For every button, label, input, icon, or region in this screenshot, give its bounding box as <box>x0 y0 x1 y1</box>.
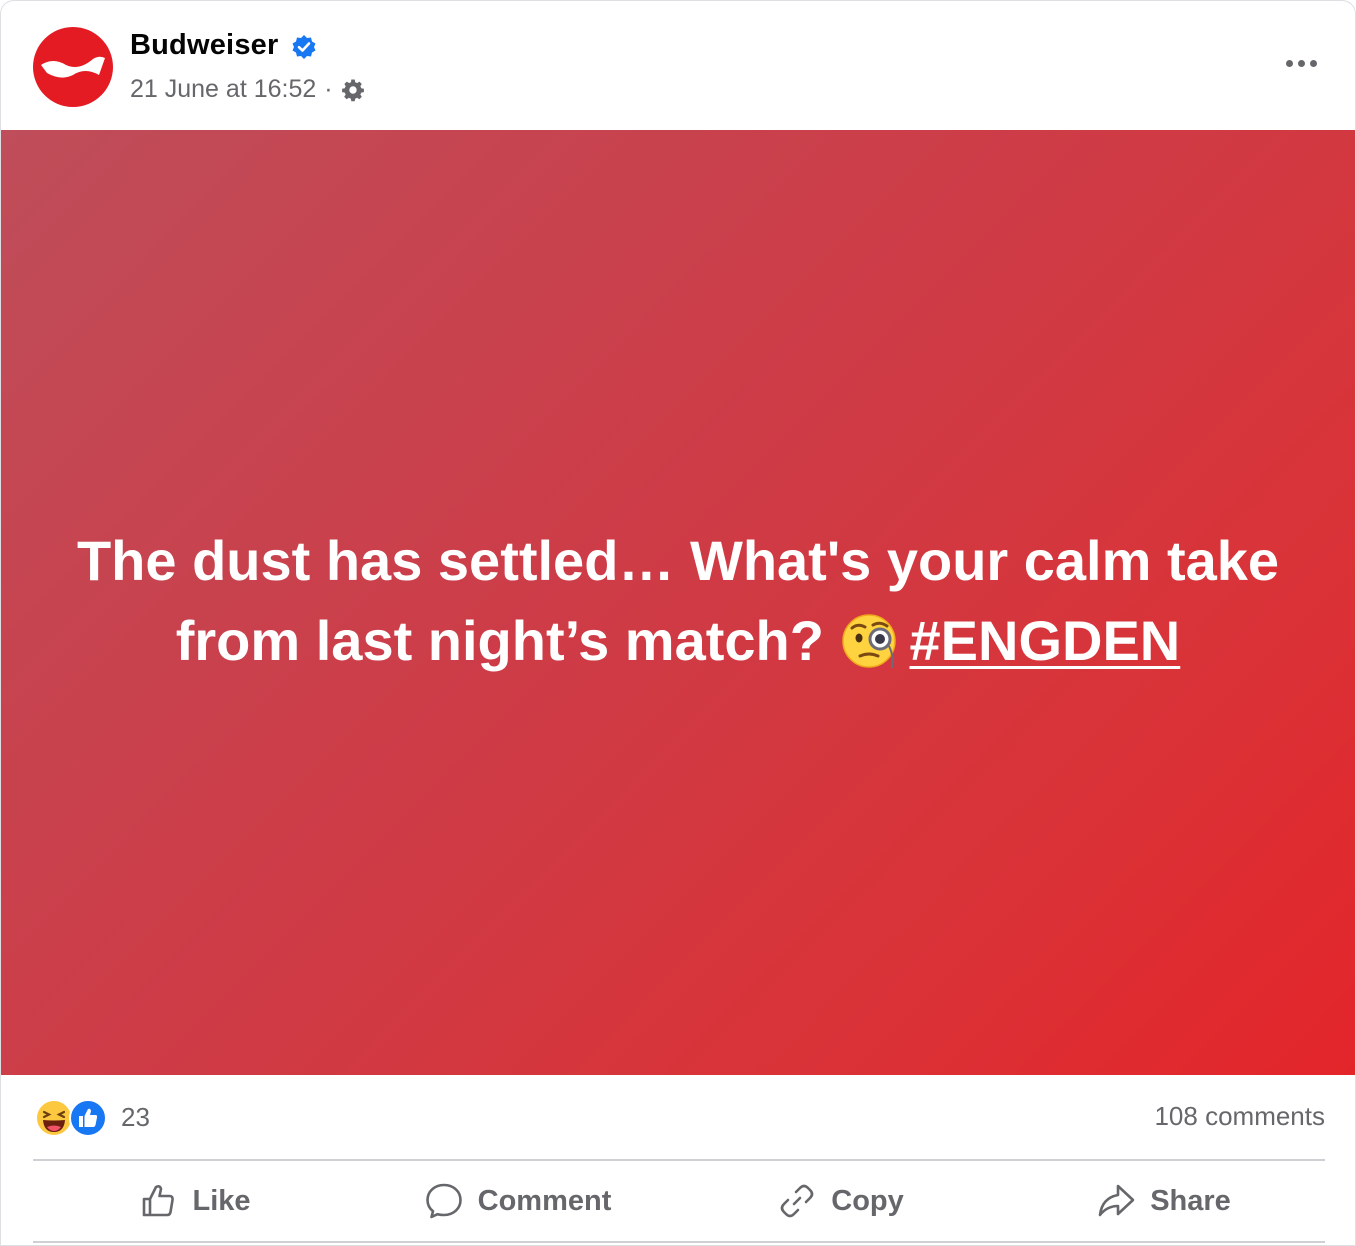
more-dot-icon <box>1309 59 1317 67</box>
post-timestamp[interactable]: 21 June at 16:52 <box>130 75 316 104</box>
like-label: Like <box>192 1184 251 1217</box>
comment-button[interactable]: Comment <box>356 1163 679 1239</box>
copy-label: Copy <box>831 1184 904 1217</box>
reactions-summary[interactable]: 23 <box>35 1097 150 1137</box>
more-dot-icon <box>1297 59 1305 67</box>
post-card: Budweiser 21 June at 16:52 · The dust ha… <box>0 0 1356 1246</box>
comment-label: Comment <box>477 1184 612 1217</box>
divider <box>33 1159 1325 1161</box>
reaction-count: 23 <box>121 1101 150 1132</box>
monocle-face-emoji-icon <box>841 614 896 669</box>
post-meta: 21 June at 16:52 · <box>130 75 365 104</box>
post-actions-bar: Like Comment Copy Share <box>33 1163 1325 1239</box>
share-arrow-icon <box>1098 1184 1135 1217</box>
like-button[interactable]: Like <box>33 1163 356 1239</box>
post-header: Budweiser 21 June at 16:52 · <box>1 1 1355 131</box>
page-avatar[interactable] <box>33 27 113 107</box>
verified-badge-icon <box>292 35 316 59</box>
more-dot-icon <box>1285 59 1293 67</box>
page-name[interactable]: Budweiser <box>130 29 278 62</box>
comments-count-link[interactable]: 108 comments <box>1154 1101 1325 1132</box>
audience-settings-icon[interactable] <box>341 78 365 102</box>
more-options-button[interactable] <box>1277 41 1325 85</box>
thumbs-up-icon <box>143 1185 175 1217</box>
haha-reaction-icon <box>35 1099 73 1137</box>
divider <box>33 1241 1325 1243</box>
post-text: The dust has settled… What's your calm t… <box>41 521 1315 681</box>
share-label: Share <box>1150 1184 1231 1217</box>
hashtag-link[interactable]: #ENGDEN <box>910 609 1181 672</box>
like-reaction-icon <box>69 1099 107 1137</box>
meta-separator: · <box>324 75 333 103</box>
budweiser-logo-icon <box>41 56 105 78</box>
link-icon <box>780 1184 814 1218</box>
reaction-icons <box>35 1097 111 1137</box>
share-button[interactable]: Share <box>1002 1163 1325 1239</box>
copy-link-button[interactable]: Copy <box>679 1163 1002 1239</box>
comment-bubble-icon <box>425 1183 462 1219</box>
